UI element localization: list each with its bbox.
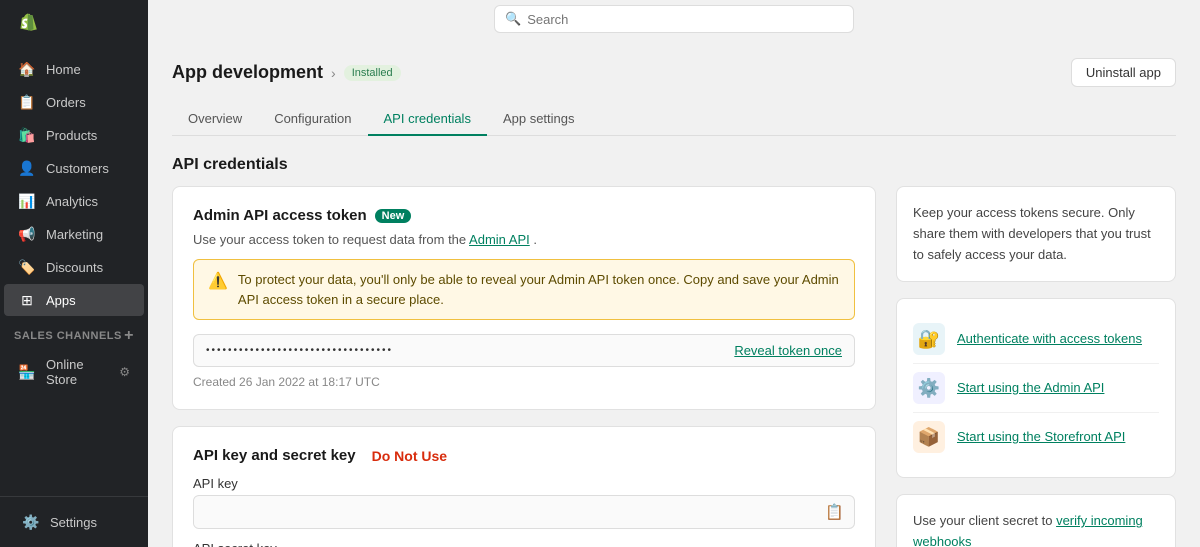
admin-api-link[interactable]: Admin API: [469, 232, 530, 247]
installed-badge: Installed: [344, 65, 401, 81]
add-channel-icon[interactable]: +: [124, 327, 134, 345]
sidebar-item-settings-label: Settings: [50, 515, 97, 530]
admin-token-card: Admin API access token New Use your acce…: [172, 186, 876, 410]
search-icon: 🔍: [505, 11, 521, 27]
sidebar-item-home-label: Home: [46, 62, 81, 77]
webhook-card: Use your client secret to verify incomin…: [896, 494, 1176, 547]
token-row: •••••••••••••••••••••••••••••••••• Revea…: [193, 334, 855, 367]
sidebar-navigation: 🏠 Home 📋 Orders 🛍️ Products 👤 Customers …: [0, 52, 148, 496]
help-link-admin-api: ⚙️ Start using the Admin API: [913, 364, 1159, 413]
tabs-bar: Overview Configuration API credentials A…: [172, 103, 1176, 136]
sidebar-logo: [0, 0, 148, 52]
page-header: App development › Installed Uninstall ap…: [172, 58, 1176, 87]
customers-icon: 👤: [18, 159, 36, 177]
online-store-settings-icon[interactable]: ⚙: [119, 365, 130, 379]
reveal-token-button[interactable]: Reveal token once: [734, 343, 842, 358]
sidebar-item-settings[interactable]: ⚙️ Settings: [8, 506, 140, 538]
sidebar-item-orders[interactable]: 📋 Orders: [4, 86, 144, 118]
api-key-copy-button[interactable]: 📋: [815, 496, 854, 528]
sidebar-item-products-label: Products: [46, 128, 97, 143]
warning-box: ⚠️ To protect your data, you'll only be …: [193, 259, 855, 320]
search-bar[interactable]: 🔍: [494, 5, 854, 33]
sidebar-item-marketing-label: Marketing: [46, 227, 103, 242]
help-link-authenticate: 🔐 Authenticate with access tokens: [913, 315, 1159, 364]
settings-icon: ⚙️: [22, 513, 40, 531]
sidebar-item-products[interactable]: 🛍️ Products: [4, 119, 144, 151]
right-panel: Keep your access tokens secure. Only sha…: [896, 186, 1176, 547]
tab-api-credentials[interactable]: API credentials: [368, 103, 487, 136]
help-links-card: 🔐 Authenticate with access tokens ⚙️ Sta…: [896, 298, 1176, 478]
api-key-label: API key: [193, 476, 855, 491]
sidebar-item-discounts-label: Discounts: [46, 260, 103, 275]
webhook-note-before: Use your client secret to: [913, 513, 1052, 528]
breadcrumb-arrow-icon: ›: [331, 65, 336, 81]
orders-icon: 📋: [18, 93, 36, 111]
uninstall-app-button[interactable]: Uninstall app: [1071, 58, 1176, 87]
home-icon: 🏠: [18, 60, 36, 78]
help-link-storefront-api: 📦 Start using the Storefront API: [913, 413, 1159, 461]
page-title: App development: [172, 62, 323, 83]
token-dots: ••••••••••••••••••••••••••••••••••: [206, 345, 393, 356]
page-title-area: App development › Installed: [172, 62, 401, 83]
admin-token-description: Use your access token to request data fr…: [193, 232, 855, 247]
admin-api-icon: ⚙️: [913, 372, 945, 404]
sidebar-item-orders-label: Orders: [46, 95, 86, 110]
sidebar-item-customers-label: Customers: [46, 161, 109, 176]
sidebar-item-marketing[interactable]: 📢 Marketing: [4, 218, 144, 250]
section-title: API credentials: [172, 156, 1176, 174]
sidebar: 🏠 Home 📋 Orders 🛍️ Products 👤 Customers …: [0, 0, 148, 547]
products-icon: 🛍️: [18, 126, 36, 144]
storefront-api-start-link[interactable]: Start using the Storefront API: [957, 427, 1125, 448]
do-not-use-label: Do Not Use: [372, 448, 447, 464]
api-secret-label: API secret key: [193, 541, 855, 547]
new-badge: New: [375, 209, 412, 223]
api-key-title-text: API key and secret key: [193, 447, 356, 464]
marketing-icon: 📢: [18, 225, 36, 243]
apps-icon: ⊞: [18, 291, 36, 309]
sidebar-item-online-store[interactable]: 🏪 Online Store ⚙: [4, 350, 144, 394]
main-content: App development › Installed Uninstall ap…: [148, 38, 1200, 547]
sidebar-item-apps-label: Apps: [46, 293, 76, 308]
analytics-icon: 📊: [18, 192, 36, 210]
sidebar-item-home[interactable]: 🏠 Home: [4, 53, 144, 85]
token-created-text: Created 26 Jan 2022 at 18:17 UTC: [193, 375, 855, 389]
authenticate-icon: 🔐: [913, 323, 945, 355]
security-note-card: Keep your access tokens secure. Only sha…: [896, 186, 1176, 282]
warning-icon: ⚠️: [208, 271, 228, 309]
content-grid: Admin API access token New Use your acce…: [172, 186, 1176, 547]
sidebar-item-analytics[interactable]: 📊 Analytics: [4, 185, 144, 217]
warning-text: To protect your data, you'll only be abl…: [238, 270, 840, 309]
security-note-text: Keep your access tokens secure. Only sha…: [913, 203, 1159, 265]
sidebar-item-discounts[interactable]: 🏷️ Discounts: [4, 251, 144, 283]
storefront-api-icon: 📦: [913, 421, 945, 453]
sidebar-footer: ⚙️ Settings: [0, 496, 148, 547]
tab-overview[interactable]: Overview: [172, 103, 258, 136]
sidebar-item-apps[interactable]: ⊞ Apps: [4, 284, 144, 316]
tab-app-settings[interactable]: App settings: [487, 103, 591, 136]
sidebar-item-analytics-label: Analytics: [46, 194, 98, 209]
channels-section-header: SALES CHANNELS +: [0, 317, 148, 349]
channels-header-label: SALES CHANNELS: [14, 330, 122, 342]
api-key-card: API key and secret key Do Not Use API ke…: [172, 426, 876, 547]
sidebar-item-online-store-label: Online Store: [46, 357, 109, 387]
api-key-input[interactable]: [194, 497, 815, 528]
tab-configuration[interactable]: Configuration: [258, 103, 367, 136]
topbar: 🔍: [148, 0, 1200, 38]
online-store-icon: 🏪: [18, 363, 36, 381]
discounts-icon: 🏷️: [18, 258, 36, 276]
admin-token-title-text: Admin API access token: [193, 207, 367, 224]
api-key-card-title: API key and secret key Do Not Use: [193, 447, 855, 464]
admin-api-start-link[interactable]: Start using the Admin API: [957, 378, 1104, 399]
api-key-field-row: 📋: [193, 495, 855, 529]
left-column: Admin API access token New Use your acce…: [172, 186, 876, 547]
authenticate-link[interactable]: Authenticate with access tokens: [957, 329, 1142, 350]
sidebar-item-customers[interactable]: 👤 Customers: [4, 152, 144, 184]
search-input[interactable]: [527, 12, 843, 27]
shopify-logo-icon: [14, 12, 42, 40]
admin-token-card-title: Admin API access token New: [193, 207, 855, 224]
